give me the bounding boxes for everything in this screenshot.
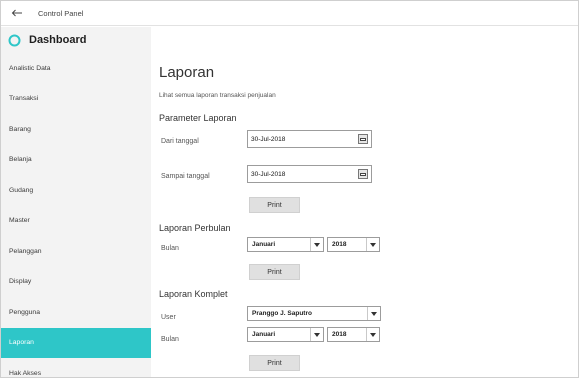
section-title-complete: Laporan Komplet (159, 289, 228, 299)
sidebar-item-label: Display (9, 278, 32, 286)
sidebar-nav: Analistic Data Transaksi Barang Belanja … (1, 53, 151, 378)
sidebar-item-analistic-data[interactable]: Analistic Data (1, 53, 151, 84)
to-date-field (247, 165, 372, 183)
sidebar-item-laporan[interactable]: Laporan (1, 327, 151, 358)
complete-month-label: Bulan (161, 336, 179, 343)
main-content: Laporan Lihat semua laporan transaksi pe… (151, 27, 578, 377)
complete-user-value: Pranggo J. Saputro (252, 310, 312, 317)
page-subtitle: Lihat semua laporan transaksi penjualan (159, 92, 276, 99)
sidebar: Dashboard Analistic Data Transaksi Baran… (1, 27, 151, 377)
sidebar-item-label: Transaksi (9, 95, 39, 103)
from-date-field (247, 130, 372, 148)
title-bar: Control Panel (1, 1, 578, 26)
chevron-down-icon (366, 328, 379, 341)
sidebar-item-label: Hak Akses (9, 369, 42, 377)
sidebar-item-pengguna[interactable]: Pengguna (1, 297, 151, 328)
chevron-down-icon (310, 328, 323, 341)
monthly-month-select[interactable]: Januari (247, 237, 324, 252)
sidebar-item-label: Pengguna (9, 308, 40, 316)
print-range-button[interactable]: Print (249, 197, 300, 213)
sidebar-item-label: Analistic Data (9, 64, 51, 72)
page-title: Laporan (159, 64, 215, 81)
from-date-input[interactable] (248, 132, 348, 146)
chevron-down-icon (310, 238, 323, 251)
sidebar-item-label: Barang (9, 125, 31, 133)
calendar-icon[interactable] (358, 169, 368, 179)
sidebar-item-label: Belanja (9, 156, 32, 164)
complete-year-value: 2018 (332, 331, 347, 338)
monthly-month-label: Bulan (161, 245, 179, 252)
sidebar-item-display[interactable]: Display (1, 267, 151, 298)
section-title-monthly: Laporan Perbulan (159, 223, 231, 233)
sidebar-item-label: Pelanggan (9, 247, 42, 255)
complete-user-select[interactable]: Pranggo J. Saputro (247, 306, 381, 321)
sidebar-item-belanja[interactable]: Belanja (1, 145, 151, 176)
dashboard-header[interactable]: Dashboard (1, 27, 151, 53)
sidebar-item-pelanggan[interactable]: Pelanggan (1, 236, 151, 267)
sidebar-item-master[interactable]: Master (1, 206, 151, 237)
sidebar-item-label: Master (9, 217, 30, 225)
complete-user-label: User (161, 314, 176, 321)
sidebar-item-label: Gudang (9, 186, 34, 194)
app-window: Control Panel Dashboard Analistic Data T… (0, 0, 579, 378)
calendar-icon[interactable] (358, 134, 368, 144)
sidebar-item-label: Laporan (9, 339, 34, 347)
from-date-label: Dari tanggal (161, 138, 199, 145)
complete-month-select[interactable]: Januari (247, 327, 324, 342)
to-date-input[interactable] (248, 167, 348, 181)
to-date-label: Sampai tanggal (161, 173, 210, 180)
dashboard-title: Dashboard (29, 34, 87, 46)
monthly-year-value: 2018 (332, 241, 347, 248)
complete-month-value: Januari (252, 331, 276, 338)
window-title: Control Panel (38, 8, 84, 18)
circle-icon (7, 33, 21, 47)
chevron-down-icon (366, 238, 379, 251)
arrow-left-icon[interactable] (9, 5, 25, 21)
print-complete-button[interactable]: Print (249, 355, 300, 371)
sidebar-item-barang[interactable]: Barang (1, 114, 151, 145)
complete-year-select[interactable]: 2018 (327, 327, 380, 342)
sidebar-item-hak-akses[interactable]: Hak Akses (1, 358, 151, 378)
section-title-parameter: Parameter Laporan (159, 113, 237, 123)
chevron-down-icon (367, 307, 380, 320)
sidebar-item-transaksi[interactable]: Transaksi (1, 84, 151, 115)
monthly-month-value: Januari (252, 241, 276, 248)
print-monthly-button[interactable]: Print (249, 264, 300, 280)
monthly-year-select[interactable]: 2018 (327, 237, 380, 252)
sidebar-item-gudang[interactable]: Gudang (1, 175, 151, 206)
